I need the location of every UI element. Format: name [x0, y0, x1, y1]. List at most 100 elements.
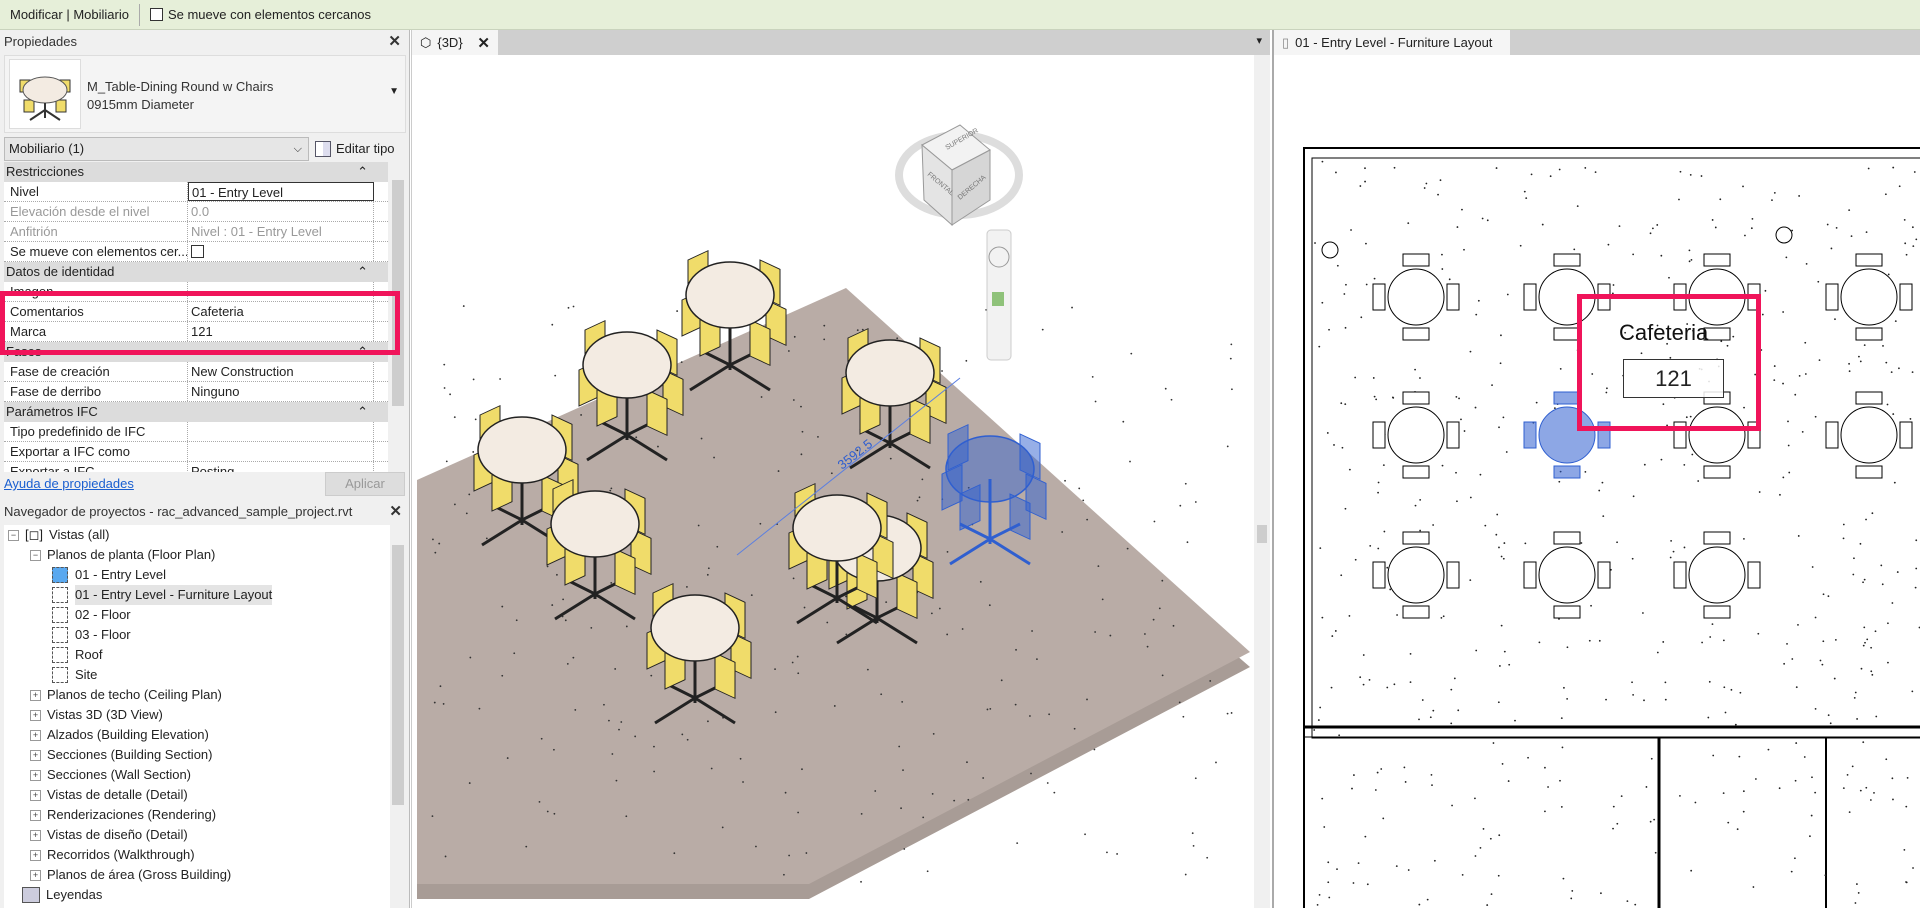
- floor-hatch-dot: [1386, 567, 1388, 569]
- type-selector[interactable]: M_Table-Dining Round w Chairs 0915mm Diam…: [4, 55, 406, 133]
- property-row: Exportar a IFC Posting: [4, 462, 388, 472]
- floor-hatch-dot: [1377, 548, 1379, 550]
- floor-speckle: [867, 669, 869, 671]
- view-floor-plan[interactable]: ▯ 01 - Entry Level - Furniture Layout Caf…: [1272, 30, 1920, 908]
- floor-hatch-dot: [1363, 654, 1365, 656]
- tree-item[interactable]: + Vistas 3D (3D View): [4, 705, 390, 725]
- collapse-icon[interactable]: ⌃: [357, 162, 368, 182]
- property-value[interactable]: [188, 442, 374, 461]
- floor-hatch-dot: [1727, 822, 1729, 824]
- floor-speckle: [774, 668, 776, 670]
- floor-speckle: [1106, 851, 1108, 853]
- expand-icon[interactable]: +: [30, 790, 41, 801]
- tree-item[interactable]: + Planos de techo (Ceiling Plan): [4, 685, 390, 705]
- collapse-icon[interactable]: −: [30, 550, 41, 561]
- expand-icon[interactable]: +: [30, 870, 41, 881]
- tab-menu-icon[interactable]: ▾: [1256, 34, 1262, 47]
- floor-hatch-dot: [1527, 757, 1529, 759]
- group-header[interactable]: Parámetros IFC ⌃: [4, 402, 388, 422]
- collapse-icon[interactable]: ⌃: [357, 262, 368, 282]
- moves-with-nearby-option[interactable]: Se mueve con elementos cercanos: [150, 7, 371, 22]
- floor-hatch-dot: [1891, 371, 1893, 373]
- floor-hatch-dot: [1440, 617, 1442, 619]
- tree-item[interactable]: 02 - Floor: [4, 605, 390, 625]
- group-header[interactable]: Datos de identidad ⌃: [4, 262, 388, 282]
- expand-icon[interactable]: +: [30, 850, 41, 861]
- tree-item[interactable]: 03 - Floor: [4, 625, 390, 645]
- property-value[interactable]: Ninguno: [188, 382, 374, 401]
- tree-item[interactable]: 01 - Entry Level - Furniture Layout: [4, 585, 390, 605]
- property-value[interactable]: Posting: [188, 462, 374, 472]
- floor-hatch-dot: [1834, 678, 1836, 680]
- floor-hatch-dot: [1815, 617, 1817, 619]
- floor-speckle: [687, 739, 689, 741]
- expand-icon[interactable]: +: [30, 770, 41, 781]
- floor-hatch-dot: [1464, 430, 1466, 432]
- tree-item[interactable]: − Planos de planta (Floor Plan): [4, 545, 390, 565]
- view-3d[interactable]: ⬡ {3D} ✕ ▾ 3592.5 SUPERIOR FRONTAL DERECHA: [411, 30, 1270, 908]
- floor-hatch-dot: [1906, 254, 1908, 256]
- tree-item[interactable]: + Vistas de detalle (Detail): [4, 785, 390, 805]
- properties-help-link[interactable]: Ayuda de propiedades: [4, 476, 134, 491]
- floor-hatch-dot: [1573, 248, 1575, 250]
- caret-down-icon[interactable]: ▼: [389, 86, 399, 97]
- close-icon[interactable]: ✕: [388, 30, 401, 54]
- floor-speckle: [885, 601, 887, 603]
- edit-type-button[interactable]: Editar tipo: [315, 137, 395, 161]
- tab-bar-3d: ⬡ {3D} ✕ ▾: [412, 30, 1270, 55]
- floor-speckle: [874, 790, 876, 792]
- expand-icon[interactable]: +: [30, 730, 41, 741]
- floor-hatch-dot: [1432, 524, 1434, 526]
- tree-item[interactable]: − [◻] Vistas (all): [4, 525, 390, 545]
- category-label: Mobiliario (1): [9, 141, 84, 156]
- tree-item[interactable]: + Secciones (Wall Section): [4, 765, 390, 785]
- tree-item[interactable]: 01 - Entry Level: [4, 565, 390, 585]
- project-browser-scrollbar[interactable]: [390, 525, 406, 908]
- expand-icon[interactable]: +: [30, 830, 41, 841]
- group-header[interactable]: Restricciones ⌃: [4, 162, 388, 182]
- property-value[interactable]: [188, 422, 374, 441]
- expand-icon[interactable]: +: [30, 810, 41, 821]
- apply-button[interactable]: Aplicar: [325, 472, 405, 496]
- property-value[interactable]: [188, 242, 374, 261]
- tree-item[interactable]: + Planos de área (Gross Building): [4, 865, 390, 885]
- tree-item[interactable]: + Recorridos (Walkthrough): [4, 845, 390, 865]
- 3d-canvas[interactable]: 3592.5SUPERIORFRONTAL DERECHA: [412, 55, 1270, 908]
- collapse-icon[interactable]: ⌃: [357, 402, 368, 422]
- floor-speckle: [831, 472, 833, 474]
- category-filter-dropdown[interactable]: Mobiliario (1) ⌵: [4, 137, 309, 161]
- floor-hatch-dot: [1751, 227, 1753, 229]
- close-icon[interactable]: ✕: [477, 34, 490, 52]
- tab-3d[interactable]: ⬡ {3D} ✕: [412, 30, 498, 55]
- tree-item[interactable]: + Alzados (Building Elevation): [4, 725, 390, 745]
- floor-hatch-dot: [1440, 179, 1442, 181]
- checkbox[interactable]: [191, 245, 204, 258]
- tab-furniture-layout[interactable]: ▯ 01 - Entry Level - Furniture Layout: [1274, 30, 1510, 55]
- property-value[interactable]: 01 - Entry Level: [188, 182, 374, 201]
- floor-hatch-dot: [1363, 684, 1365, 686]
- expand-icon[interactable]: +: [30, 750, 41, 761]
- tree-item[interactable]: Roof: [4, 645, 390, 665]
- close-icon[interactable]: ✕: [389, 500, 402, 524]
- expand-icon[interactable]: +: [30, 690, 41, 701]
- collapse-icon[interactable]: −: [8, 530, 19, 541]
- chair-plan: [1447, 562, 1459, 588]
- floor-hatch-dot: [1849, 811, 1851, 813]
- tree-item[interactable]: + Secciones (Building Section): [4, 745, 390, 765]
- expand-icon[interactable]: +: [30, 710, 41, 721]
- floor-hatch-dot: [1680, 171, 1682, 173]
- tree-item[interactable]: Leyendas: [4, 885, 390, 905]
- chair-plan: [1856, 328, 1882, 340]
- floor-speckle: [499, 378, 501, 380]
- view-3d-scrollbar[interactable]: [1254, 55, 1270, 908]
- moves-with-nearby-checkbox[interactable]: [150, 8, 163, 21]
- floor-hatch-dot: [1449, 278, 1451, 280]
- property-value[interactable]: New Construction: [188, 362, 374, 381]
- tree-item[interactable]: + Renderizaciones (Rendering): [4, 805, 390, 825]
- plan-canvas[interactable]: [1274, 55, 1920, 908]
- tree-item[interactable]: Site: [4, 665, 390, 685]
- table-top: [793, 495, 881, 561]
- tree-item[interactable]: + Vistas de diseño (Detail): [4, 825, 390, 845]
- floor-hatch-dot: [1353, 774, 1355, 776]
- floor-hatch-dot: [1644, 464, 1646, 466]
